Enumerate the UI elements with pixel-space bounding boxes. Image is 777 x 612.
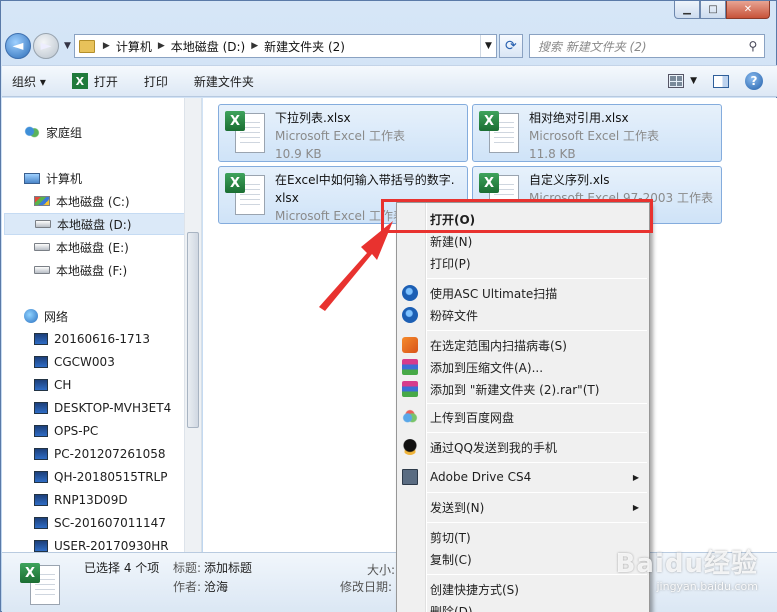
- menu-item-cut[interactable]: 剪切(T): [397, 526, 649, 548]
- menu-separator: [427, 432, 647, 433]
- menu-separator: [427, 330, 647, 331]
- menu-label: 添加到 "新建文件夹 (2).rar"(T): [430, 382, 600, 397]
- baidu-cloud-icon: [402, 409, 418, 425]
- arrow-shape: [319, 221, 393, 311]
- menu-item-virus-scan[interactable]: 在选定范围内扫描病毒(S): [397, 334, 649, 356]
- asc-icon: [402, 285, 418, 301]
- shred-icon: [402, 307, 418, 323]
- menu-label: 新建(N): [430, 234, 473, 249]
- adobe-drive-icon: [402, 469, 418, 485]
- menu-label: 删除(D): [430, 604, 473, 612]
- menu-label: 剪切(T): [430, 530, 471, 545]
- menu-item-delete[interactable]: 删除(D): [397, 600, 649, 612]
- menu-separator: [427, 278, 647, 279]
- menu-label: 通过QQ发送到我的手机: [430, 440, 557, 455]
- menu-separator: [427, 574, 647, 575]
- menu-separator: [427, 492, 647, 493]
- menu-label: 发送到(N): [430, 500, 485, 515]
- antivirus-icon: [402, 337, 418, 353]
- winrar-icon: [402, 381, 418, 397]
- menu-label: 创建快捷方式(S): [430, 582, 519, 597]
- annotation-highlight-box: [381, 199, 653, 233]
- menu-label: 复制(C): [430, 552, 472, 567]
- menu-item-print[interactable]: 打印(P): [397, 252, 649, 274]
- menu-item-send-to[interactable]: 发送到(N) ▶: [397, 496, 649, 518]
- menu-item-shortcut[interactable]: 创建快捷方式(S): [397, 578, 649, 600]
- menu-item-add-archive[interactable]: 添加到压缩文件(A)...: [397, 356, 649, 378]
- qq-icon: [402, 439, 418, 455]
- winrar-icon: [402, 359, 418, 375]
- explorer-window: ▁ □ ✕ ◄ ► ▼ ▶ 计算机 ▶ 本地磁盘 (D:) ▶ 新建文件夹 (2…: [0, 0, 777, 612]
- menu-item-new[interactable]: 新建(N): [397, 230, 649, 252]
- menu-item-baidu-upload[interactable]: 上传到百度网盘: [397, 406, 649, 428]
- watermark-brand: Baidu经验: [615, 549, 758, 579]
- menu-item-copy[interactable]: 复制(C): [397, 548, 649, 570]
- submenu-arrow-icon: ▶: [632, 472, 639, 482]
- menu-item-qq-send[interactable]: 通过QQ发送到我的手机: [397, 436, 649, 458]
- menu-label: 在选定范围内扫描病毒(S): [430, 338, 567, 353]
- menu-separator: [427, 403, 647, 404]
- menu-item-add-rar[interactable]: 添加到 "新建文件夹 (2).rar"(T): [397, 378, 649, 400]
- annotation-arrow: [319, 221, 393, 311]
- watermark: Baidu经验 jingyan.baidu.com: [616, 543, 758, 593]
- menu-label: 打印(P): [430, 256, 471, 271]
- menu-item-shred[interactable]: 粉碎文件: [397, 304, 649, 326]
- menu-label: Adobe Drive CS4: [430, 470, 532, 484]
- submenu-arrow-icon: ▶: [632, 502, 639, 512]
- context-menu: 打开(O) 新建(N) 打印(P) 使用ASC Ultimate扫描 粉碎文件 …: [396, 202, 650, 612]
- watermark-url: jingyan.baidu.com: [656, 580, 758, 593]
- menu-separator: [427, 462, 647, 463]
- menu-label: 上传到百度网盘: [430, 410, 515, 425]
- menu-label: 粉碎文件: [430, 308, 479, 323]
- menu-label: 使用ASC Ultimate扫描: [430, 286, 558, 301]
- menu-item-asc-scan[interactable]: 使用ASC Ultimate扫描: [397, 282, 649, 304]
- menu-separator: [427, 522, 647, 523]
- menu-item-adobe-drive[interactable]: Adobe Drive CS4 ▶: [397, 466, 649, 488]
- menu-label: 添加到压缩文件(A)...: [430, 360, 544, 375]
